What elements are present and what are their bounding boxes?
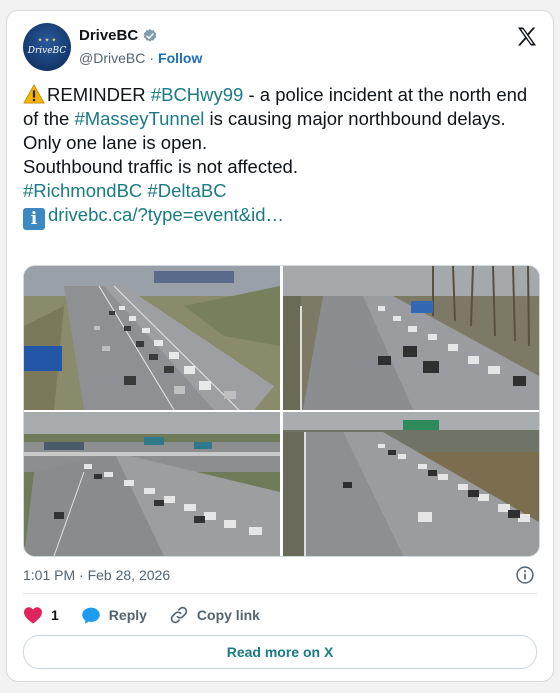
drivebc-avatar[interactable]: ✦ ✦ ✦ DriveBC: [23, 23, 71, 71]
time-separator: ·: [79, 567, 84, 583]
info-emoji-icon: i: [23, 208, 45, 230]
copy-link-button[interactable]: Copy link: [169, 605, 260, 625]
author-handle-row: @DriveBC · Follow: [79, 50, 202, 66]
hashtag-richmondbc[interactable]: #RichmondBC: [23, 180, 142, 201]
author-name-row: DriveBC: [79, 27, 158, 44]
like-button[interactable]: 1: [23, 606, 59, 624]
date-text: Feb 28, 2026: [87, 567, 171, 583]
tweet-delays-text: is causing major northbound delays.: [204, 108, 506, 129]
tweet-lane-text: Only one lane is open.: [23, 132, 208, 153]
handle-separator: ·: [149, 50, 155, 66]
divider: [23, 593, 537, 594]
tweet-southbound-text: Southbound traffic is not affected.: [23, 156, 298, 177]
traffic-camera-image-2[interactable]: [283, 266, 539, 410]
reply-label: Reply: [108, 607, 147, 623]
link-icon: [170, 606, 188, 624]
heart-icon: [24, 607, 42, 624]
copy-link-label: Copy link: [196, 607, 260, 623]
time-text: 1:01 PM: [23, 567, 76, 583]
traffic-camera-image-4[interactable]: [283, 412, 539, 556]
like-count: 1: [51, 607, 59, 623]
media-grid[interactable]: [23, 265, 540, 557]
follow-button[interactable]: Follow: [158, 50, 202, 66]
read-more-button[interactable]: Read more on X: [23, 635, 537, 669]
traffic-camera-image-3[interactable]: [24, 412, 280, 556]
hashtag-deltabc[interactable]: #DeltaBC: [147, 180, 226, 201]
hashtag-masseytunnel[interactable]: #MasseyTunnel: [74, 108, 204, 129]
timestamp[interactable]: 1:01 PM · Feb 28, 2026: [23, 567, 170, 583]
x-logo-icon[interactable]: [515, 25, 539, 49]
tweet-body: REMINDER #BCHwy99 - a police incident at…: [23, 83, 539, 230]
reply-button[interactable]: Reply: [81, 606, 147, 625]
traffic-camera-image-1[interactable]: [24, 266, 280, 410]
event-link[interactable]: drivebc.ca/?type=event&id…: [48, 204, 284, 225]
info-circle-icon[interactable]: [515, 565, 535, 585]
hashtag-bchwy99[interactable]: #BCHwy99: [151, 84, 244, 105]
author-name[interactable]: DriveBC: [79, 27, 138, 44]
tweet-reminder-text: REMINDER: [47, 84, 151, 105]
action-bar: 1 Reply Copy link: [23, 605, 282, 625]
reply-bubble-icon: [82, 607, 100, 624]
tweet-card: ✦ ✦ ✦ DriveBC DriveBC @DriveBC · Follow …: [6, 10, 554, 682]
crest-icon: ✦ ✦ ✦: [37, 37, 57, 44]
warning-icon: [23, 84, 45, 104]
avatar-brand: DriveBC: [27, 46, 67, 56]
verified-badge-icon: [143, 28, 157, 42]
author-handle[interactable]: @DriveBC: [79, 50, 145, 66]
